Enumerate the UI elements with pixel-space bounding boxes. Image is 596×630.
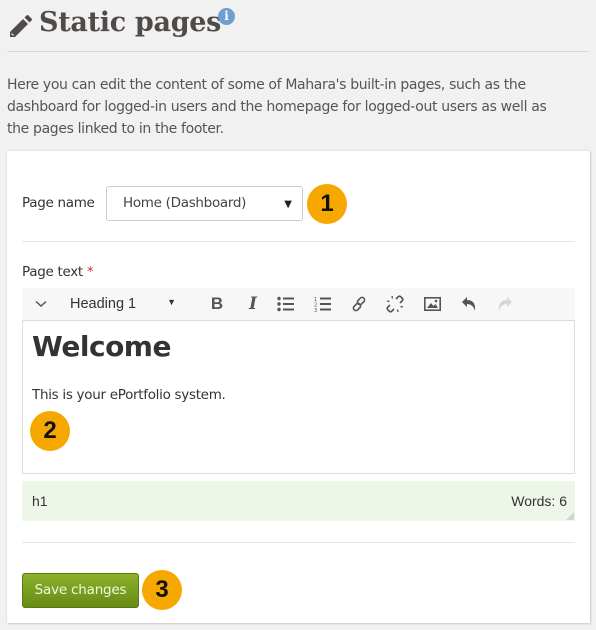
divider xyxy=(22,241,575,242)
callout-badge-1: 1 xyxy=(307,184,347,224)
editor-paragraph: This is your ePortfolio system. xyxy=(32,387,226,403)
bullet-list-icon xyxy=(277,296,294,312)
resize-handle-icon[interactable] xyxy=(566,512,574,520)
editor-toolbar: Heading 1 ▼ B I 1 2 3 xyxy=(22,288,575,320)
redo-icon xyxy=(498,297,512,311)
editor-statusbar: h1 Words: 6 xyxy=(22,481,575,521)
page-name-label: Page name xyxy=(22,195,95,211)
toggle-toolbar-button[interactable] xyxy=(30,288,52,320)
numbered-list-button[interactable]: 1 2 3 xyxy=(310,288,336,320)
italic-icon: I xyxy=(249,294,257,314)
image-icon xyxy=(423,297,441,311)
page-header: Static pages i xyxy=(7,4,589,52)
required-marker: * xyxy=(86,264,94,280)
bullet-list-button[interactable] xyxy=(273,288,299,320)
undo-icon xyxy=(462,297,476,311)
rich-text-editor[interactable]: Welcome This is your ePortfolio system. xyxy=(22,320,575,474)
caret-down-icon: ▼ xyxy=(284,199,292,210)
bold-icon: B xyxy=(210,294,224,313)
pencil-icon xyxy=(10,15,32,37)
page-text-label: Page text * xyxy=(22,264,94,280)
chevron-down-icon xyxy=(35,300,47,308)
word-count: Words: 6 xyxy=(511,493,567,509)
callout-badge-3: 3 xyxy=(142,570,182,610)
numbered-list-icon: 1 2 3 xyxy=(314,297,331,312)
italic-button[interactable]: I xyxy=(242,288,264,320)
link-icon xyxy=(352,296,366,312)
bold-button[interactable]: B xyxy=(206,288,228,320)
static-page-form: Page name Home (Dashboard) ▼ 1 Page text… xyxy=(7,151,590,623)
caret-down-icon: ▼ xyxy=(167,297,176,307)
undo-button[interactable] xyxy=(456,288,482,320)
save-changes-button[interactable]: Save changes xyxy=(22,573,139,608)
insert-link-button[interactable] xyxy=(346,288,372,320)
page-name-value: Home (Dashboard) xyxy=(123,195,247,211)
divider xyxy=(22,542,575,543)
intro-text: Here you can edit the content of some of… xyxy=(7,77,547,137)
remove-link-button[interactable] xyxy=(382,288,408,320)
callout-badge-2: 2 xyxy=(30,411,70,451)
format-value: Heading 1 xyxy=(70,296,137,312)
page-name-select[interactable]: Home (Dashboard) ▼ xyxy=(106,186,303,221)
format-select[interactable]: Heading 1 ▼ xyxy=(70,288,182,320)
element-path[interactable]: h1 xyxy=(32,493,48,509)
page-title: Static pages xyxy=(39,7,222,38)
unlink-icon xyxy=(386,295,404,313)
page-text-label-text: Page text xyxy=(22,264,83,280)
svg-text:3: 3 xyxy=(314,308,317,312)
insert-image-button[interactable] xyxy=(419,288,445,320)
redo-button[interactable] xyxy=(492,288,518,320)
info-icon[interactable]: i xyxy=(218,8,235,25)
editor-heading: Welcome xyxy=(32,330,171,363)
